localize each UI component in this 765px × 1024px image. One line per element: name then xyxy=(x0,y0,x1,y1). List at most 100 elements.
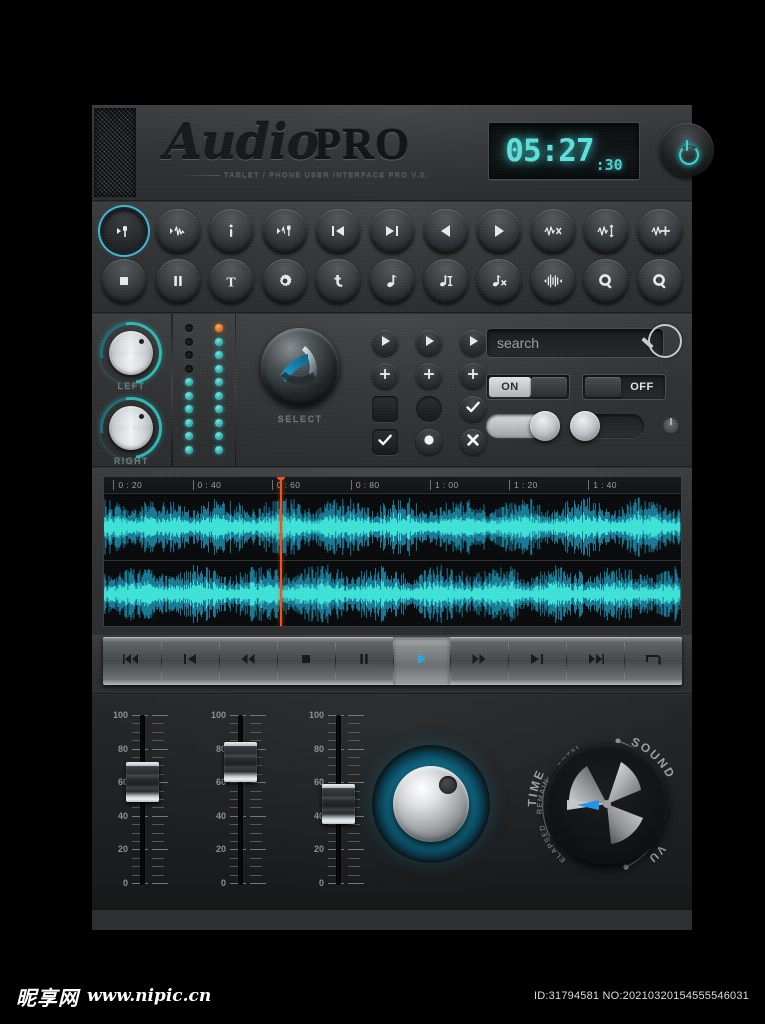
fader-2[interactable]: 0 20 40 60 80 100 xyxy=(204,707,278,892)
marker-start-button[interactable] xyxy=(102,209,146,253)
checkbox-unchecked[interactable] xyxy=(372,396,398,422)
fader-scale-label: 0 xyxy=(318,878,324,888)
trim-button[interactable] xyxy=(530,259,575,303)
timeline-tick: 0 : 20 xyxy=(113,480,143,490)
fader-scale-label: 0 xyxy=(220,878,226,888)
fader-tick xyxy=(348,857,360,859)
pause-button[interactable] xyxy=(155,259,200,303)
pill-slider-on[interactable] xyxy=(486,411,560,441)
text-tool-button[interactable]: T xyxy=(209,259,254,303)
clock-time: 05:27 xyxy=(505,133,594,169)
transport-rewind[interactable] xyxy=(218,637,277,685)
note-text-icon xyxy=(436,271,456,291)
transport-forward-end[interactable] xyxy=(566,637,624,685)
fader-tick xyxy=(250,799,262,800)
play-icon xyxy=(419,331,439,356)
transport-next[interactable] xyxy=(508,637,566,685)
led-right-2 xyxy=(214,351,223,359)
fader-tick xyxy=(152,740,164,742)
fader-scale-label: 100 xyxy=(308,710,324,720)
timeline-tick: 0 : 80 xyxy=(350,480,380,490)
rewind-button[interactable] xyxy=(423,209,468,253)
toggle-on[interactable]: ON xyxy=(486,374,570,400)
pause-icon xyxy=(168,271,188,291)
pill-slider-off[interactable] xyxy=(570,411,644,441)
knob-right[interactable] xyxy=(88,384,175,472)
skip-previous-button[interactable] xyxy=(316,209,361,253)
transport-stop[interactable] xyxy=(276,637,335,685)
waveform-display[interactable]: 0 : 20 0 : 40 0 : 60 0 : 80 1 : 00 1 : 20 1 : … xyxy=(103,476,682,627)
wave-delete-button[interactable] xyxy=(530,209,575,253)
volume-knob[interactable] xyxy=(372,745,490,863)
timeline-tick: 0 : 40 xyxy=(192,480,222,490)
select-jog-wheel[interactable] xyxy=(261,328,340,406)
wave-add-button[interactable] xyxy=(637,209,682,253)
mini-dial-icon[interactable] xyxy=(662,417,680,435)
pad-plus-2[interactable] xyxy=(416,363,442,389)
toggle-off[interactable]: OFF xyxy=(582,374,666,400)
pad-grid-area xyxy=(364,314,486,466)
note-delete-button[interactable] xyxy=(477,259,522,303)
fader-handle[interactable] xyxy=(322,784,355,825)
jog-blade-icon xyxy=(280,346,318,385)
stop-button[interactable] xyxy=(102,259,146,303)
control-panel: LEFT RIGHT SELECT search ON OFF xyxy=(88,309,692,472)
radio-checked[interactable] xyxy=(416,429,442,455)
note-edit-button[interactable] xyxy=(423,259,468,303)
text-t-icon: T xyxy=(221,271,241,291)
transport-pause[interactable] xyxy=(334,637,393,685)
fader-3[interactable]: 0 20 40 60 80 100 xyxy=(302,707,376,892)
knob-left[interactable] xyxy=(88,309,175,397)
marker-wave-button[interactable] xyxy=(262,209,307,253)
search-input[interactable] xyxy=(486,328,664,358)
radio-unchecked[interactable] xyxy=(416,396,442,422)
settings-button[interactable] xyxy=(262,259,307,303)
speaker-grille xyxy=(94,108,136,197)
fader-1[interactable]: 0 20 40 60 80 100 xyxy=(106,707,180,892)
fader-tick xyxy=(348,849,364,851)
transport-previous[interactable] xyxy=(160,637,219,685)
checkbox-checked[interactable] xyxy=(372,429,398,455)
fader-tick xyxy=(152,815,168,817)
playhead[interactable] xyxy=(276,477,285,626)
play-left-icon xyxy=(436,221,456,241)
fader-handle[interactable] xyxy=(224,742,257,783)
mode-dial[interactable]: SOUND VU TIME TOTAL REMAINING xyxy=(522,719,692,889)
transport-fast-forward[interactable] xyxy=(450,637,508,685)
led-left-9 xyxy=(184,445,193,454)
search-row xyxy=(486,324,682,362)
fader-scale-label: 80 xyxy=(313,743,324,754)
fader-handle[interactable] xyxy=(126,762,159,803)
power-button[interactable] xyxy=(660,123,714,177)
zoom-in-button[interactable] xyxy=(584,259,629,303)
transport-play[interactable] xyxy=(392,637,451,685)
play-button[interactable] xyxy=(477,209,522,253)
waveform-marker-button[interactable] xyxy=(155,209,200,253)
marker-wave-icon xyxy=(275,221,295,241)
fader-tick xyxy=(348,824,360,826)
skip-next-button[interactable] xyxy=(369,209,414,253)
cursor-tool-button[interactable] xyxy=(316,259,361,303)
note-x-icon xyxy=(489,271,509,291)
fader-tick xyxy=(152,731,164,733)
fader-tick xyxy=(250,874,262,876)
fader-track[interactable] xyxy=(238,715,243,885)
pad-plus-1[interactable] xyxy=(372,363,398,389)
volume-knob-indicator xyxy=(439,776,457,794)
fader-tick xyxy=(152,723,164,725)
zoom-out-button[interactable] xyxy=(637,259,682,303)
playhead-handle[interactable] xyxy=(276,477,285,480)
transport-rewind-start[interactable] xyxy=(103,637,161,685)
search-icon[interactable] xyxy=(648,324,682,358)
info-button[interactable] xyxy=(209,209,254,253)
transport-loop[interactable] xyxy=(624,637,682,685)
pad-play-1[interactable] xyxy=(372,330,398,356)
pad-play-2[interactable] xyxy=(416,330,442,356)
knob-right-indicator xyxy=(139,414,145,419)
screenshot-root: AudioPRO TABLET / PHONE USER INTERFACE P… xyxy=(0,0,765,1024)
note-button[interactable] xyxy=(369,259,414,303)
timeline-ruler[interactable]: 0 : 20 0 : 40 0 : 60 0 : 80 1 : 00 1 : 20 1 : … xyxy=(104,477,681,494)
fader-tick xyxy=(250,883,266,884)
fader-tick xyxy=(348,883,364,884)
wave-amplitude-button[interactable] xyxy=(584,209,629,253)
